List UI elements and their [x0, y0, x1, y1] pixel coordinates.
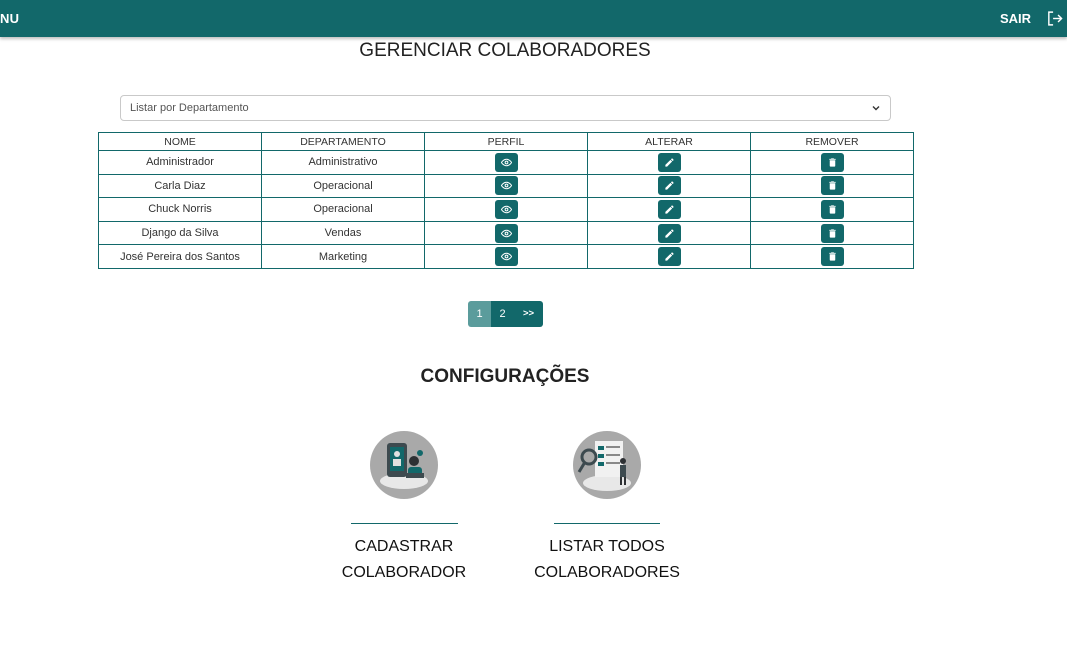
- cell-nome: Chuck Norris: [98, 197, 262, 222]
- view-profile-button[interactable]: [494, 247, 518, 267]
- config-section-title: CONFIGURAÇÕES: [420, 366, 590, 387]
- register-collaborator-card[interactable]: CADASTRAR COLABORADOR: [324, 431, 484, 591]
- edit-button[interactable]: [657, 199, 681, 219]
- column-header-nome: NOME: [98, 132, 262, 151]
- register-collaborator-label: CADASTRAR COLABORADOR: [324, 534, 484, 586]
- edit-button[interactable]: [657, 223, 681, 243]
- trash-icon: [828, 181, 836, 191]
- table-row: Django da Silva Vendas: [98, 220, 914, 246]
- column-header-perfil: PERFIL: [424, 132, 588, 151]
- next-page-button[interactable]: >>: [514, 301, 543, 327]
- delete-button[interactable]: [820, 247, 844, 267]
- register-collaborator-label-line2: COLABORADOR: [341, 564, 467, 581]
- table-row: José Pereira dos Santos Marketing: [98, 244, 914, 269]
- cell-perfil: [424, 173, 588, 199]
- view-profile-button[interactable]: [494, 223, 518, 243]
- cell-nome: Carla Diaz: [98, 173, 262, 199]
- trash-icon: [828, 205, 836, 214]
- register-collaborator-illustration: [370, 431, 438, 499]
- card-divider: [554, 523, 660, 524]
- department-select[interactable]: Listar por Departamento: [120, 95, 891, 121]
- list-collaborators-label-line1: LISTAR TODOS: [549, 538, 665, 555]
- list-collaborators-label-line2: COLABORADORES: [534, 564, 680, 581]
- pencil-icon: [664, 252, 674, 261]
- page-title: GERENCIAR COLABORADORES: [359, 40, 651, 61]
- cell-remover: [750, 150, 914, 175]
- register-collaborator-label-line1: CADASTRAR: [354, 538, 454, 555]
- pagination: 1 2 >>: [468, 301, 543, 327]
- list-collaborators-card[interactable]: LISTAR TODOS COLABORADORES: [527, 431, 687, 591]
- page-2-button[interactable]: 2: [491, 301, 514, 327]
- logout-button[interactable]: SAIR: [1000, 11, 1031, 26]
- cell-departamento: Marketing: [261, 244, 425, 269]
- delete-button[interactable]: [820, 223, 844, 243]
- view-profile-button[interactable]: [494, 152, 518, 172]
- table-header-row: NOME DEPARTAMENTO PERFIL ALTERAR REMOVER: [98, 132, 914, 151]
- list-collaborators-illustration: [573, 431, 641, 499]
- cell-nome: José Pereira dos Santos: [98, 244, 262, 269]
- pencil-icon: [664, 228, 674, 238]
- column-header-alterar: ALTERAR: [587, 132, 751, 151]
- page-1-button[interactable]: 1: [468, 301, 491, 327]
- eye-icon: [500, 182, 512, 190]
- edit-button[interactable]: [657, 152, 681, 172]
- table-row: Administrador Administrativo: [98, 150, 914, 175]
- eye-icon: [500, 252, 512, 261]
- list-collaborators-label: LISTAR TODOS COLABORADORES: [527, 534, 687, 586]
- trash-icon: [828, 158, 836, 167]
- table-row: Carla Diaz Operacional: [98, 173, 914, 199]
- pencil-icon: [664, 181, 674, 191]
- cell-alterar: [587, 244, 751, 269]
- edit-button[interactable]: [657, 176, 681, 196]
- delete-button[interactable]: [820, 199, 844, 219]
- pencil-icon: [664, 158, 674, 167]
- delete-button[interactable]: [820, 176, 844, 196]
- cell-alterar: [587, 150, 751, 175]
- cell-nome: Administrador: [98, 150, 262, 175]
- cell-alterar: [587, 197, 751, 222]
- cell-departamento: Vendas: [261, 220, 425, 246]
- column-header-remover: REMOVER: [750, 132, 914, 151]
- chevron-down-icon: [872, 106, 880, 111]
- cell-perfil: [424, 244, 588, 269]
- cell-departamento: Operacional: [261, 173, 425, 199]
- cell-alterar: [587, 173, 751, 199]
- cell-departamento: Operacional: [261, 197, 425, 222]
- delete-button[interactable]: [820, 152, 844, 172]
- trash-icon: [828, 252, 836, 261]
- eye-icon: [500, 205, 512, 214]
- cell-remover: [750, 220, 914, 246]
- cell-perfil: [424, 220, 588, 246]
- logout-icon[interactable]: [1046, 10, 1063, 27]
- eye-icon: [500, 158, 512, 167]
- cell-departamento: Administrativo: [261, 150, 425, 175]
- department-select-placeholder: Listar por Departamento: [130, 102, 249, 114]
- cell-remover: [750, 173, 914, 199]
- view-profile-button[interactable]: [494, 199, 518, 219]
- cell-alterar: [587, 220, 751, 246]
- column-header-departamento: DEPARTAMENTO: [261, 132, 425, 151]
- cell-nome: Django da Silva: [98, 220, 262, 246]
- cell-perfil: [424, 197, 588, 222]
- eye-icon: [500, 229, 512, 237]
- view-profile-button[interactable]: [494, 176, 518, 196]
- edit-button[interactable]: [657, 247, 681, 267]
- table-row: Chuck Norris Operacional: [98, 197, 914, 222]
- top-navbar: NU SAIR: [0, 0, 1067, 37]
- card-divider: [351, 523, 458, 524]
- collaborators-table: NOME DEPARTAMENTO PERFIL ALTERAR REMOVER…: [98, 132, 914, 269]
- menu-button[interactable]: NU: [0, 11, 19, 26]
- cell-remover: [750, 197, 914, 222]
- cell-perfil: [424, 150, 588, 175]
- pencil-icon: [664, 205, 674, 214]
- trash-icon: [828, 228, 836, 238]
- cell-remover: [750, 244, 914, 269]
